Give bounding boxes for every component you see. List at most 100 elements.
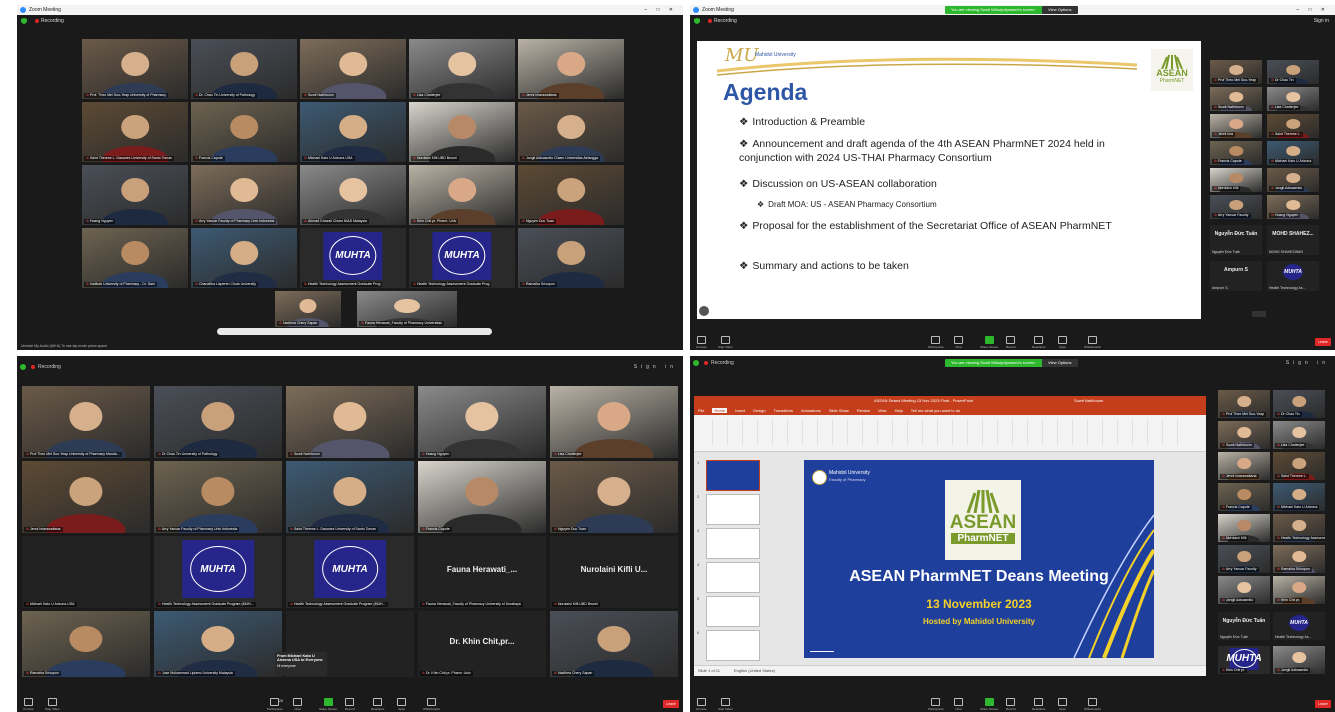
leave-button[interactable]: Leave	[663, 700, 679, 708]
stop-video-button[interactable]: Stop Video	[718, 698, 733, 711]
video-tile[interactable]: ⊘Suwit Nathhoom	[300, 39, 406, 99]
security-shield-icon[interactable]	[693, 360, 699, 366]
slide-thumbnail[interactable]	[706, 494, 760, 525]
ppt-tab-3[interactable]: Design	[753, 408, 765, 413]
video-tile[interactable]: ⊘Saint Therese L.	[1273, 452, 1325, 480]
video-tile[interactable]: ⊘Chanattha Lisperen Chula University	[191, 228, 297, 288]
video-tile[interactable]: ⊘Khin Chit pr. Pharm. Univ	[409, 165, 515, 225]
video-tile[interactable]: MUHTA ⊘Health Technology Assessment Gradu…	[300, 228, 406, 288]
video-tile[interactable]: ⊘Arry Yanuar Faculty	[1218, 545, 1270, 573]
video-tile[interactable]: ⊘Jenni Intarawattana	[22, 461, 150, 533]
muhta-tile[interactable]: MUHTA Health Technology As...	[1273, 612, 1325, 640]
ppt-tab-9[interactable]: Help	[895, 408, 903, 413]
video-tile[interactable]: ⊘Fauna Herawati_Faculty of Pharmacy Univ…	[357, 291, 457, 327]
slide-thumbnail[interactable]	[706, 528, 760, 559]
ppt-tab-7[interactable]: Review	[857, 408, 870, 413]
slide-thumbnail[interactable]	[706, 596, 760, 627]
video-tile[interactable]: ⊘Jongit Adisasmito	[1267, 168, 1319, 192]
whiteboards-button[interactable]: Whiteboards	[423, 698, 440, 711]
reactions-button[interactable]: Reactions	[1032, 336, 1045, 349]
video-tile[interactable]: ⊘Jenni Intarawattana	[518, 39, 624, 99]
ppt-user[interactable]: Suwit Nathhoom	[1074, 396, 1103, 406]
video-tile[interactable]: ⊘Prof Theo Mei Soo-Yeap University of Ph…	[22, 386, 150, 458]
video-tile[interactable]: ⊘Prof Theo Mei Soo-Yeap	[1210, 60, 1262, 84]
video-tile[interactable]: ⊘Nguyen Duc Tuan	[550, 461, 678, 533]
video-tile[interactable]: Nurolaini Kifli U... ⊘Nurolaini Kifli UBD…	[550, 536, 678, 608]
window-controls[interactable]: – □ ✕	[1296, 5, 1329, 15]
ppt-tab-6[interactable]: Slide Show	[829, 408, 849, 413]
video-tile[interactable]: ⊘Francis Capote	[1210, 141, 1262, 165]
muhta-tile[interactable]: MUHTA Health Technology As...	[1267, 261, 1319, 291]
name-only-tile[interactable]: MOHD SHAHEZ... MOHD SHAHEZWAN	[1267, 225, 1319, 255]
sidebar-scroll-button[interactable]	[1252, 311, 1266, 317]
apps-button[interactable]: Apps	[397, 698, 406, 711]
video-tile[interactable]: ⊘Hoang Nguyen	[418, 386, 546, 458]
record-button[interactable]: Record	[1006, 336, 1016, 349]
ppt-tab-1[interactable]: Home	[712, 408, 728, 413]
video-tile[interactable]: ⊘Nurolaini Kifli	[1210, 168, 1262, 192]
recording-label[interactable]: Recording	[41, 15, 64, 27]
recording-label[interactable]: Recording	[38, 356, 61, 378]
record-button[interactable]: Record	[1006, 698, 1016, 711]
reactions-button[interactable]: Reactions	[1032, 698, 1045, 711]
slide-thumbnail[interactable]	[706, 460, 760, 491]
slide-thumbnail[interactable]	[706, 562, 760, 593]
video-tile[interactable]: ⊘Suwit Nathhoom	[1210, 87, 1262, 111]
video-tile[interactable]: ⊘Health Technology Assessment	[1273, 514, 1325, 542]
view-options-button[interactable]: View Options	[1042, 6, 1078, 14]
video-tile[interactable]: Dr. Khin Chit,pr... ⊘Dr. Khin Chit pr. Ph…	[418, 611, 546, 677]
video-tile[interactable]: ⊘Prof Theo Mei Soo-Yeap	[1218, 390, 1270, 418]
video-tile[interactable]: ⊘Nadlhea Chery Sapan	[550, 611, 678, 677]
video-tile[interactable]: ⊘Prof. Theo Mei Soo-Yeap University of P…	[82, 39, 188, 99]
chat-button[interactable]: Chat	[954, 336, 963, 349]
video-tile[interactable]: ⊘Dr Chau Tin	[1267, 60, 1319, 84]
video-tile[interactable]: ⊘Nurolaini Kifli UBD Brunei	[409, 102, 515, 162]
recording-label[interactable]: Recording	[714, 15, 737, 27]
video-tile[interactable]: ⊘Hoang Nguyen	[82, 165, 188, 225]
video-tile[interactable]: ⊘Jongit Adisasmito	[1273, 646, 1325, 674]
video-tile[interactable]: ⊘Arry Yanuar Faculty	[1210, 195, 1262, 219]
view-options-button[interactable]: View Options	[1042, 359, 1078, 367]
video-tile[interactable]: MUHTA ⊘Health Technology Assessment Gradu…	[154, 536, 282, 608]
video-tile[interactable]: Fauna Herawati_... ⊘Fauna Herawati_Facult…	[418, 536, 546, 608]
video-tile[interactable]: ⊘Dr. Chau Tin University of Pathology	[191, 39, 297, 99]
video-tile[interactable]: ⊘Jenni Inta	[1210, 114, 1262, 138]
ppt-tab-4[interactable]: Transitions	[774, 408, 793, 413]
slide-corner-button[interactable]	[699, 306, 709, 316]
video-tile[interactable]: ⊘Michael Kato U Arizona	[1267, 141, 1319, 165]
security-shield-icon[interactable]	[694, 18, 700, 24]
video-tile[interactable]: ⊘Suwit Nathhoom	[1218, 421, 1270, 449]
video-tile[interactable]: ⊘Lisa Chatterjee	[409, 39, 515, 99]
ppt-tab-10[interactable]: Tell me what you want to do	[911, 408, 960, 413]
reactions-button[interactable]: Reactions	[371, 698, 384, 711]
chat-button[interactable]: Chat	[954, 698, 963, 711]
gallery-scrollbar[interactable]	[217, 328, 492, 335]
name-only-tile[interactable]: Nguyễn Đức Tuấn Nguyễn Đức Tuấn	[1218, 612, 1270, 640]
chat-notification[interactable]: From Michael Kato U Arizona USA to Every…	[275, 652, 327, 676]
video-tile[interactable]: ⊘Dr Chau Tin University of Pathology	[154, 386, 282, 458]
video-tile[interactable]: ⊘Saint Therese L. Dasanes University of …	[286, 461, 414, 533]
video-tile[interactable]: MUHTA ⊘Khin Chit pr.	[1218, 646, 1270, 674]
video-tile[interactable]: ⊘Lisa Chatterjee	[550, 386, 678, 458]
video-tile[interactable]: ⊘Saint Therese L.	[1267, 114, 1319, 138]
unmute-button[interactable]: Unmute	[696, 336, 707, 349]
video-tile[interactable]: ⊘Lisa Chatterjee	[1273, 421, 1325, 449]
security-shield-icon[interactable]	[21, 18, 27, 24]
video-tile[interactable]: ⊘Lisa Chatterjee	[1267, 87, 1319, 111]
stop-video-button[interactable]: Stop Video	[718, 336, 733, 349]
ppt-tab-8[interactable]: View	[878, 408, 887, 413]
sign-in-link[interactable]: Sign in	[634, 356, 677, 378]
participants-button[interactable]: Participants	[928, 698, 944, 711]
video-tile[interactable]: ⊘Michael Kato U Arizona	[1273, 483, 1325, 511]
share-screen-button[interactable]: Share Screen	[980, 698, 998, 711]
video-tile[interactable]: ⊘Saint Therese L. Dasanes University of …	[82, 102, 188, 162]
video-tile-camera-off[interactable]: ⊘Michael Kato U Arizona USA	[22, 536, 150, 608]
video-tile[interactable]: ⊘Dr Chau Tin	[1273, 390, 1325, 418]
video-tile[interactable]: ⊘Institute University of Pharmacy - Dr. …	[82, 228, 188, 288]
security-shield-icon[interactable]	[20, 364, 26, 370]
share-screen-button[interactable]: Share Screen	[319, 698, 337, 711]
leave-button[interactable]: Leave	[1315, 700, 1331, 708]
whiteboards-button[interactable]: Whiteboards	[1084, 336, 1101, 349]
video-tile[interactable]: MUHTA ⊘Health Technology Assessment Gradu…	[409, 228, 515, 288]
leave-button[interactable]: Leave	[1315, 338, 1331, 346]
